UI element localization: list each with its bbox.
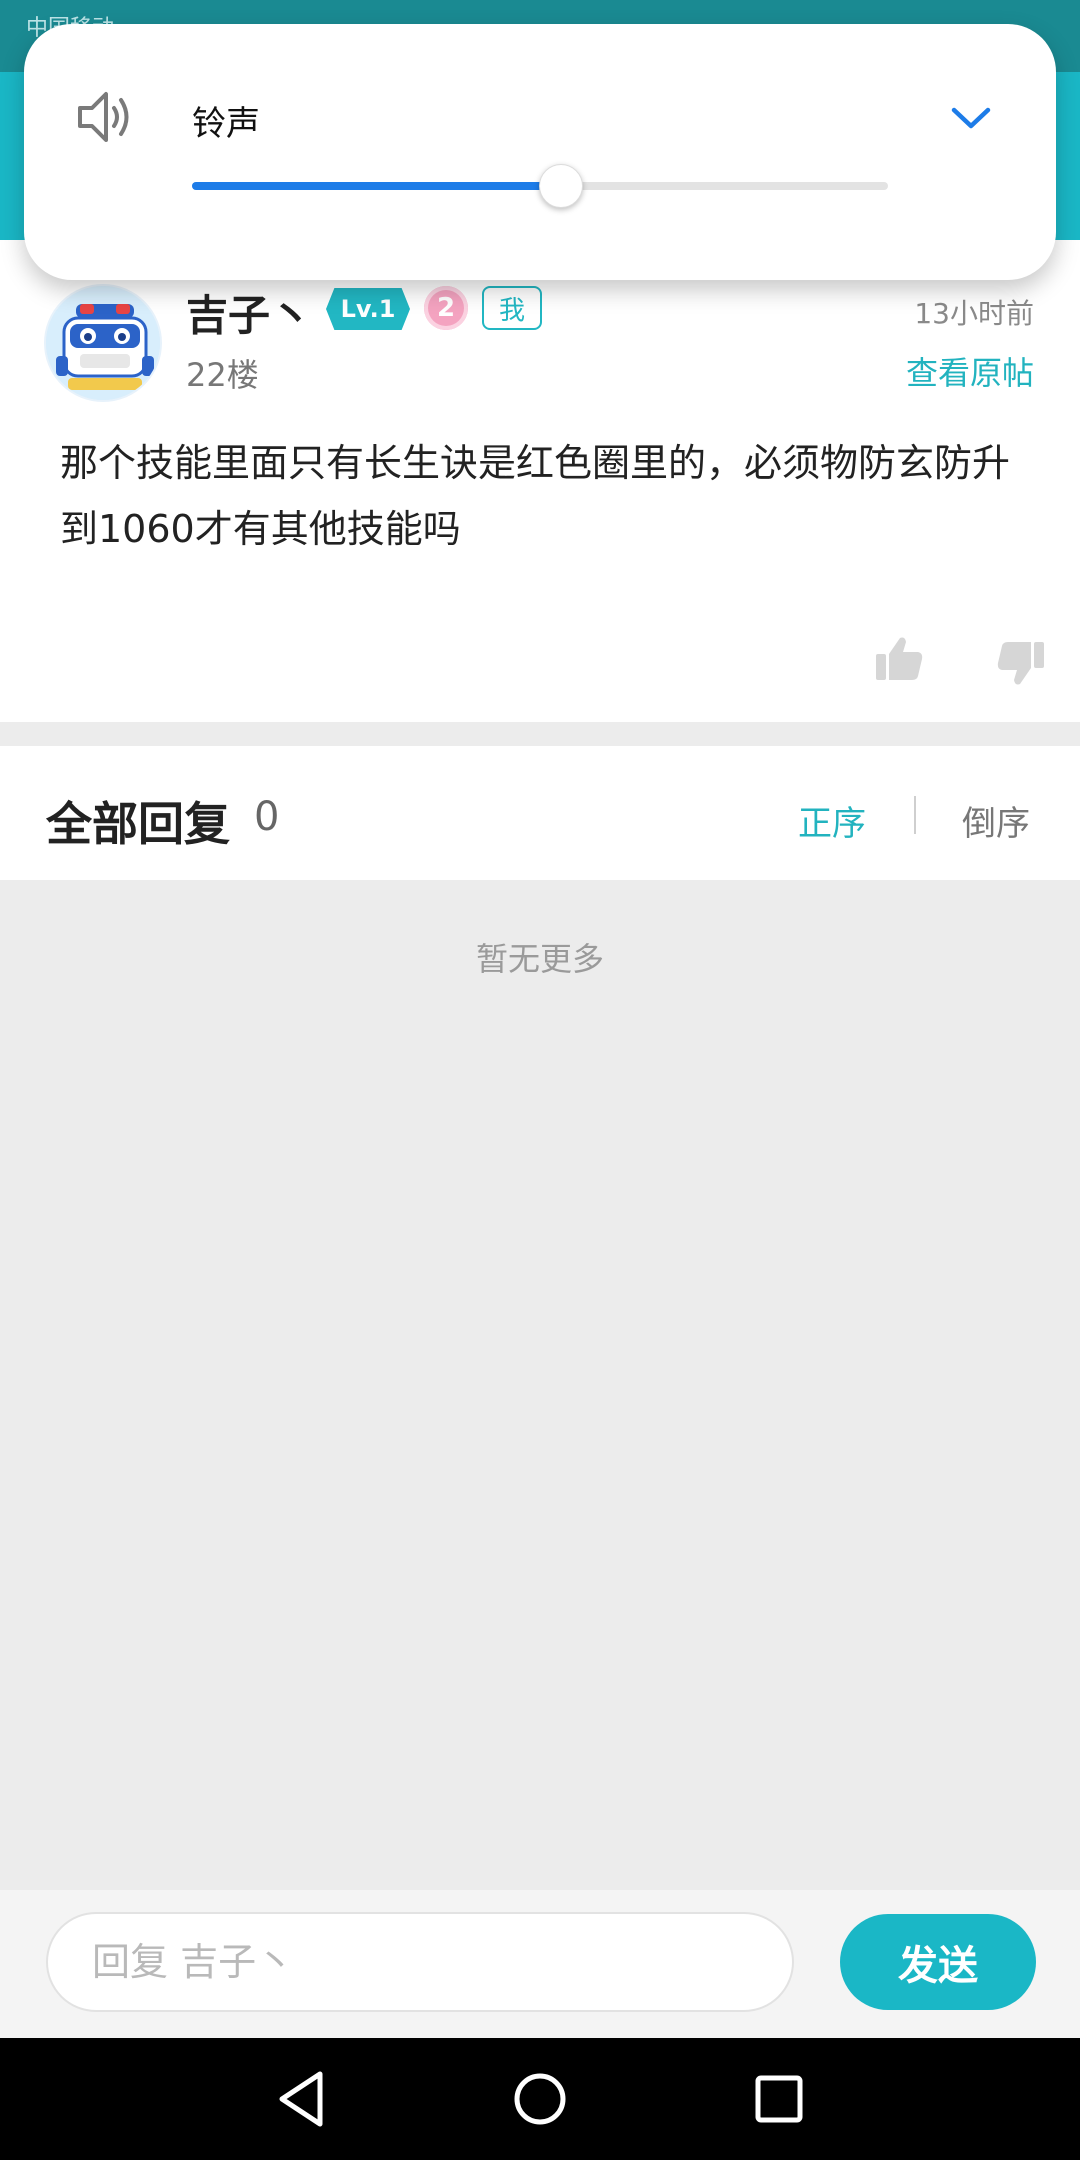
- avatar[interactable]: [44, 284, 162, 402]
- post-content: 那个技能里面只有长生诀是红色圈里的，必须物防玄防升到1060才有其他技能吗: [60, 441, 1011, 551]
- username[interactable]: 吉子丶: [186, 282, 312, 343]
- reply-input[interactable]: [46, 1912, 794, 2012]
- view-original-link[interactable]: 查看原帖: [906, 348, 1034, 394]
- sort-descending-tab[interactable]: 倒序: [962, 796, 1030, 845]
- back-icon[interactable]: [268, 2064, 338, 2134]
- volume-slider[interactable]: [192, 164, 888, 208]
- post-time: 13小时前: [914, 297, 1034, 330]
- sort-divider: [914, 796, 916, 834]
- replies-title: 全部回复: [46, 797, 230, 851]
- recent-apps-icon[interactable]: [744, 2064, 814, 2134]
- post-card: 吉子丶 Lv.1 2 我 13小时前 22楼 查看原帖 那个技能里面只有长生诀是…: [0, 240, 1080, 722]
- speaker-icon[interactable]: [74, 84, 140, 150]
- medal-badge: 2: [424, 286, 468, 330]
- thumbs-up-icon[interactable]: [874, 634, 924, 684]
- sort-ascending-tab[interactable]: 正序: [798, 796, 866, 845]
- volume-slider-thumb[interactable]: [538, 164, 583, 208]
- volume-panel: 铃声: [24, 24, 1056, 280]
- send-button[interactable]: 发送: [840, 1914, 1036, 2010]
- volume-label: 铃声: [192, 104, 260, 144]
- home-icon[interactable]: [505, 2064, 575, 2134]
- floor-number: 22楼: [186, 356, 259, 394]
- level-badge: Lv.1: [326, 288, 410, 330]
- replies-count: 0: [254, 794, 280, 840]
- me-badge: 我: [482, 286, 542, 330]
- navigation-bar: [0, 2038, 1080, 2160]
- volume-slider-fill: [192, 182, 561, 190]
- thumbs-down-icon[interactable]: [996, 638, 1046, 688]
- chevron-down-icon[interactable]: [946, 94, 996, 144]
- empty-replies-text: 暂无更多: [475, 940, 604, 978]
- replies-header: 全部回复 0 正序 倒序: [0, 746, 1080, 880]
- page: 中国移动 吉子丶 Lv.1 2 我: [0, 0, 1080, 2160]
- avatar-robot-car-icon: [46, 286, 160, 400]
- reply-bar: 发送: [0, 1890, 1080, 2038]
